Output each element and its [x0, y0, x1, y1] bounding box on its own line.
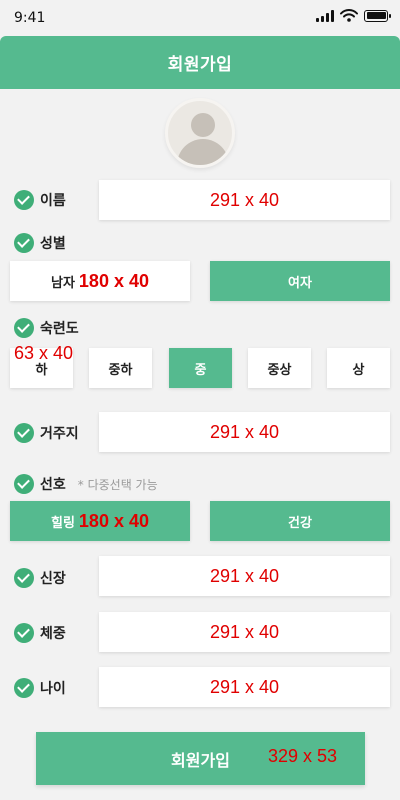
check-icon: [14, 678, 34, 698]
check-icon: [14, 474, 34, 494]
size-annotation: 291 x 40: [209, 676, 280, 697]
wifi-icon: [340, 9, 358, 22]
check-icon: [14, 318, 34, 338]
preference-option-healing[interactable]: 힐링 180 x 40: [10, 501, 190, 541]
app-header: 회원가입: [0, 36, 400, 89]
height-label: 신장: [14, 568, 66, 588]
age-field[interactable]: 291 x 40: [99, 667, 390, 707]
signal-icon: [316, 9, 334, 22]
size-annotation: 63 x 40: [14, 343, 74, 363]
address-label: 거주지: [14, 423, 79, 443]
size-annotation: 291 x 40: [209, 189, 280, 210]
height-field[interactable]: 291 x 40: [99, 556, 390, 596]
page-title: 회원가입: [167, 55, 233, 75]
gender-option-male[interactable]: 남자 180 x 40: [10, 261, 190, 301]
size-annotation: 291 x 40: [209, 421, 280, 442]
gender-option-female[interactable]: 여자: [210, 261, 390, 301]
status-time: 9:41: [14, 10, 46, 26]
address-field[interactable]: 291 x 40: [99, 412, 390, 452]
status-icons: [316, 9, 391, 22]
check-icon: [14, 423, 34, 443]
multi-select-hint: * 다중선택 가능: [77, 477, 158, 492]
name-label: 이름: [14, 190, 66, 210]
signup-submit-button[interactable]: 회원가입 329 x 53: [36, 732, 365, 785]
avatar[interactable]: [165, 98, 235, 168]
size-annotation: 291 x 40: [209, 621, 280, 642]
user-icon: [191, 113, 215, 137]
status-bar: 9:41: [0, 0, 400, 36]
skill-option-mid-low[interactable]: 중하: [89, 348, 152, 388]
skill-label: 숙련도: [14, 318, 79, 338]
preference-label: 선호 * 다중선택 가능: [14, 474, 158, 494]
gender-label: 성별: [14, 233, 66, 253]
size-annotation: 329 x 53: [268, 746, 338, 766]
name-field[interactable]: 291 x 40: [99, 180, 390, 220]
skill-option-mid-high[interactable]: 중상: [248, 348, 311, 388]
preference-option-health[interactable]: 건강: [210, 501, 390, 541]
size-annotation: 180 x 40: [78, 270, 149, 291]
skill-option-mid[interactable]: 중: [169, 348, 232, 388]
skill-option-high[interactable]: 상: [327, 348, 390, 388]
weight-field[interactable]: 291 x 40: [99, 612, 390, 652]
check-icon: [14, 190, 34, 210]
check-icon: [14, 623, 34, 643]
battery-icon: [364, 9, 391, 22]
size-annotation: 180 x 40: [78, 510, 149, 531]
check-icon: [14, 233, 34, 253]
age-label: 나이: [14, 678, 66, 698]
weight-label: 체중: [14, 623, 66, 643]
check-icon: [14, 568, 34, 588]
size-annotation: 291 x 40: [209, 565, 280, 586]
